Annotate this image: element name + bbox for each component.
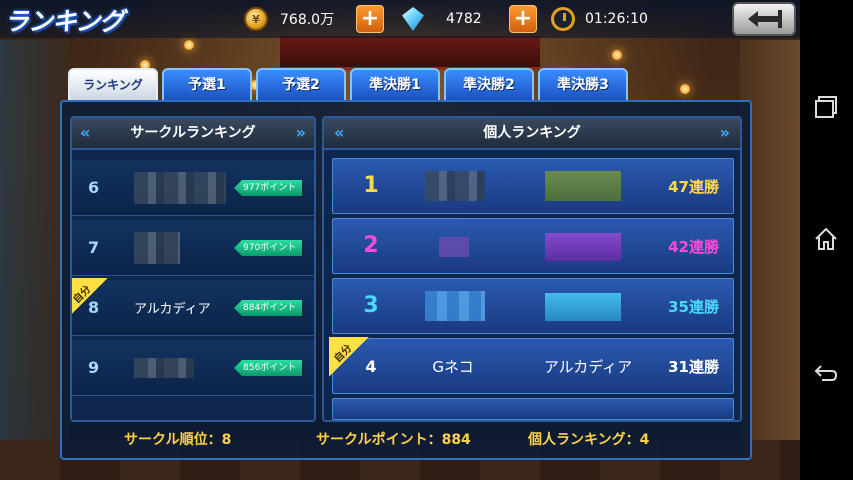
individual-ranking-header: « 個人ランキング »	[324, 118, 740, 150]
circle-name: アルカディア	[134, 302, 211, 317]
individual-row[interactable]: 1 47連勝	[332, 158, 734, 214]
footer-circle-points: サークルポイント：884	[316, 432, 471, 448]
circle-points: 977ポイント	[234, 180, 302, 196]
circle-rank: 6	[88, 178, 100, 197]
rank-number: 1	[363, 173, 379, 198]
censored-player	[425, 291, 485, 321]
footer-circle-rank: サークル順位：8	[124, 432, 232, 448]
self-badge-label: 自分	[332, 342, 355, 365]
home-icon[interactable]	[813, 226, 839, 252]
back-button[interactable]	[732, 2, 796, 36]
background-temple-roof	[280, 36, 540, 70]
win-streak: 47連勝	[668, 178, 719, 196]
gem-icon	[402, 7, 424, 31]
tab-semifinal-2[interactable]: 準決勝2	[444, 68, 534, 102]
clock-icon	[551, 7, 575, 31]
win-streak: 31連勝	[668, 358, 719, 376]
footer-individual-rank: 個人ランキング：4	[528, 432, 650, 448]
chevron-right-icon[interactable]: »	[296, 125, 306, 141]
censored-name	[134, 358, 194, 378]
tab-semifinal-3[interactable]: 準決勝3	[538, 68, 628, 102]
circle-ranking-title: サークルランキング	[130, 125, 256, 141]
back-arrow-icon	[748, 10, 782, 28]
individual-row[interactable]: 2 42連勝	[332, 218, 734, 274]
tab-qualifier-1[interactable]: 予選1	[162, 68, 252, 102]
player-name: Gネコ	[432, 358, 474, 376]
rank-number: 2	[363, 233, 379, 258]
win-streak: 35連勝	[668, 298, 719, 316]
gem-display: 4782	[402, 6, 482, 32]
tab-semifinal-1[interactable]: 準決勝1	[350, 68, 440, 102]
censored-player	[439, 237, 469, 257]
censored-circle	[545, 233, 621, 261]
chevron-right-icon[interactable]: »	[720, 125, 730, 141]
rank-number: 3	[363, 293, 379, 318]
add-coins-button[interactable]: +	[356, 5, 384, 33]
individual-row-self[interactable]: 自分 4 Gネコ アルカディア 31連勝	[329, 337, 734, 394]
lantern-light	[680, 84, 690, 94]
lantern-light	[612, 50, 622, 60]
censored-name	[134, 232, 180, 264]
circle-points: 856ポイント	[234, 360, 302, 376]
circle-rank: 8	[88, 298, 100, 317]
individual-ranking-panel: « 個人ランキング » 1 47連勝 2 42連勝 3 35連勝 自分 4 Gネ…	[322, 116, 742, 422]
circle-points: 970ポイント	[234, 240, 302, 256]
censored-player	[425, 171, 485, 201]
censored-circle	[545, 293, 621, 321]
game-screen: ランキング ¥ 768.0万 + 4782 + 01:26:10 ランキング 予…	[0, 0, 800, 480]
circle-row[interactable]: 9 856ポイント	[72, 340, 314, 396]
win-streak: 42連勝	[668, 238, 719, 256]
circle-row[interactable]: 6 977ポイント	[72, 160, 314, 216]
recent-apps-icon[interactable]	[813, 94, 839, 120]
timer-value: 01:26:10	[585, 11, 648, 27]
individual-row-partial	[332, 398, 734, 420]
back-icon[interactable]	[813, 360, 839, 386]
top-bar: ランキング ¥ 768.0万 + 4782 + 01:26:10	[0, 0, 800, 38]
rank-number: 4	[365, 357, 377, 376]
coin-display: ¥ 768.0万	[244, 6, 334, 32]
lantern-light	[184, 40, 194, 50]
censored-circle	[545, 171, 621, 201]
chevron-left-icon[interactable]: «	[334, 125, 344, 141]
timer-display: 01:26:10	[551, 6, 648, 32]
tab-ranking[interactable]: ランキング	[68, 68, 158, 102]
circle-ranking-header: « サークルランキング »	[72, 118, 314, 150]
add-gems-button[interactable]: +	[509, 5, 537, 33]
screen-title: ランキング	[4, 7, 124, 36]
coin-amount: 768.0万	[280, 12, 335, 28]
gem-amount: 4782	[446, 11, 482, 27]
chevron-left-icon[interactable]: «	[80, 125, 90, 141]
circle-rank: 9	[88, 358, 100, 377]
circle-ranking-panel: « サークルランキング » 6 977ポイント 7 970ポイント 自分 8 ア…	[70, 116, 316, 422]
coin-icon: ¥	[244, 7, 268, 31]
circle-rank: 7	[88, 238, 100, 257]
censored-name	[134, 172, 226, 204]
tab-qualifier-2[interactable]: 予選2	[256, 68, 346, 102]
circle-points: 884ポイント	[234, 300, 302, 316]
circle-row[interactable]: 7 970ポイント	[72, 220, 314, 276]
individual-ranking-title: 個人ランキング	[483, 125, 581, 141]
individual-row[interactable]: 3 35連勝	[332, 278, 734, 334]
circle-row-self[interactable]: 自分 8 アルカディア 884ポイント	[72, 278, 314, 336]
android-nav-bar	[800, 0, 853, 480]
player-circle: アルカディア	[543, 358, 633, 376]
